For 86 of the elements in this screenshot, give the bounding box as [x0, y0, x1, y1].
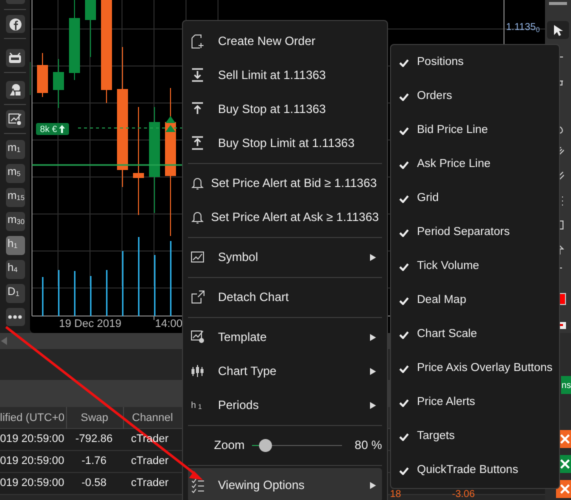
period-button[interactable]: h$_{1}$	[6, 236, 24, 255]
menu-item[interactable]: h$_{1}$ Periods	[188, 388, 382, 422]
menu-item[interactable]: Chart Type	[188, 354, 382, 388]
toolbar-grip-icon	[549, 2, 567, 5]
candlestick	[53, 58, 64, 108]
menu-item[interactable]: Period Separators	[391, 216, 559, 250]
zoom-value: 80 %	[354, 437, 382, 454]
table-cell-text: 019 20:59:00	[0, 432, 66, 447]
period-button[interactable]: m$_{1}$	[6, 140, 24, 159]
external-link-icon	[191, 290, 205, 304]
menu-item[interactable]: Set Price Alert at Ask ≥ 1.11363	[188, 200, 382, 234]
menu-item[interactable]: Buy Stop Limit at 1.11363	[188, 126, 382, 160]
table-cell: 18	[390, 489, 402, 500]
close-icon	[560, 434, 570, 444]
candlestick	[37, 52, 48, 98]
menu-item[interactable]: Price Axis Overlay Buttons	[391, 352, 559, 386]
slider-thumb[interactable]	[259, 438, 272, 452]
price-axis-label: 1.1135$_{0}$	[506, 22, 540, 34]
menu-item[interactable]: Set Price Alert at Bid ≥ 1.11363	[188, 166, 382, 200]
table-cell-text: -0.58	[80, 476, 108, 491]
arrow-up-icon	[191, 102, 205, 116]
zoom-slider[interactable]	[252, 438, 342, 452]
period-button[interactable]: h$_{4}$	[6, 260, 24, 279]
menu-item[interactable]: Tick Volume	[391, 250, 559, 284]
close-icon	[560, 459, 570, 469]
checklist-icon	[191, 478, 205, 492]
menu-item[interactable]: Ask Price Line	[391, 148, 559, 182]
chart-settings-icon	[8, 112, 22, 126]
menu-item[interactable]: Orders	[391, 80, 559, 114]
chart-settings-icon	[191, 330, 205, 344]
zoom-label: Zoom	[214, 437, 245, 454]
table-cell: -3.06	[452, 489, 475, 500]
table-cell-text: cTrader	[130, 454, 170, 469]
robot-icon	[8, 52, 22, 64]
menu-item[interactable]: Deal Map	[391, 284, 559, 318]
social-button[interactable]	[6, 15, 24, 33]
menu-item[interactable]: Price Alerts	[391, 386, 559, 420]
close-icon	[560, 484, 570, 494]
menu-item[interactable]: Sell Limit at 1.11363	[188, 58, 382, 92]
shapes-icon	[8, 83, 22, 97]
tab-button[interactable]: ns	[561, 376, 571, 394]
up-arrow-icon	[59, 125, 66, 133]
period-button[interactable]: D$_{1}$	[6, 284, 24, 303]
bot-button[interactable]	[6, 49, 24, 67]
shapes-button[interactable]	[6, 81, 24, 99]
menu-item[interactable]: Viewing Options	[188, 468, 382, 500]
arrow-down-icon	[191, 68, 205, 82]
bell-icon	[191, 210, 205, 224]
table-cell-text: -1.76	[80, 454, 108, 469]
candlestick	[85, 0, 96, 58]
menu-item[interactable]: Targets	[391, 420, 559, 454]
period-button[interactable]: m$_{5}$	[6, 164, 24, 183]
cursor-button[interactable]	[547, 21, 569, 39]
time-axis-label: 19 Dec 2019	[59, 318, 122, 330]
menu-item[interactable]: Chart Scale	[391, 318, 559, 352]
position-tag-text: 8k €	[40, 124, 58, 134]
table-cell-text: cTrader	[130, 476, 170, 491]
menu-item[interactable]: Template	[188, 320, 382, 354]
cursor-icon	[553, 24, 563, 36]
chart-settings-button[interactable]	[6, 110, 24, 128]
table-cell-text: -792.86	[74, 432, 114, 447]
period-icon: h$_{1}$	[191, 400, 202, 410]
table-cell-text: 019 20:59:00	[0, 476, 66, 491]
menu-item[interactable]: Create New Order	[188, 24, 382, 58]
chart-icon	[191, 250, 205, 264]
new-order-icon	[191, 34, 205, 48]
period-button[interactable]: m$_{15}$	[6, 188, 24, 207]
more-button[interactable]	[6, 308, 24, 326]
position-tag[interactable]: 8k €	[36, 123, 70, 135]
menu-item[interactable]: Grid	[391, 182, 559, 216]
candlestick-icon	[191, 364, 205, 378]
menu-item[interactable]: Detach Chart	[188, 280, 382, 314]
bell-icon	[191, 176, 205, 190]
column-header[interactable]: lified (UTC+0	[0, 407, 66, 429]
more-icon	[8, 315, 22, 319]
menu-item[interactable]: Positions	[391, 46, 559, 80]
menu-item[interactable]: Buy Stop at 1.11363	[188, 92, 382, 126]
deal-marker-icon	[166, 116, 176, 132]
arrow-up-icon	[191, 136, 205, 150]
table-cell-text: 019 20:59:00	[0, 454, 66, 469]
period-button[interactable]: m$_{30}$	[6, 212, 24, 231]
menu-item[interactable]: QuickTrade Buttons	[391, 454, 559, 488]
menu-item[interactable]: Bid Price Line	[391, 114, 559, 148]
time-axis-label: 14:00	[155, 318, 183, 330]
facebook-icon	[8, 18, 22, 30]
menu-item[interactable]: Symbol	[188, 240, 382, 274]
